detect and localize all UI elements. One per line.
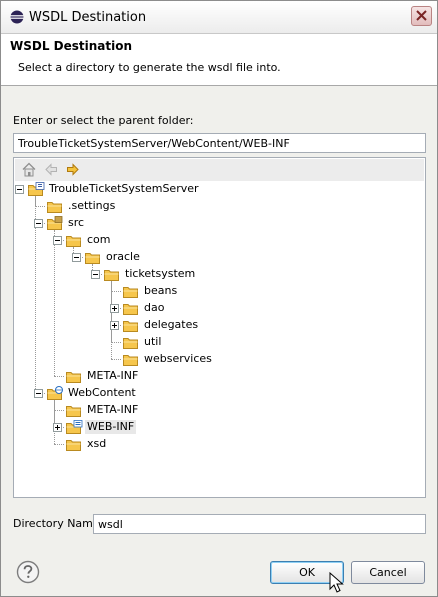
folder-icon (65, 403, 83, 418)
expand-toggle[interactable] (110, 321, 119, 330)
folder-icon (122, 335, 140, 350)
tree-item-label: beans (144, 284, 178, 297)
collapse-toggle[interactable] (34, 219, 43, 228)
tree-item-label: ticketsystem (125, 267, 196, 280)
window-title: WSDL Destination (29, 10, 147, 25)
folder-icon (122, 352, 140, 367)
cancel-button[interactable]: Cancel (351, 561, 425, 584)
folder-tree[interactable]: TroubleTicketSystemServer .settings src com… (13, 157, 426, 498)
tree-item-label: META-INF (87, 403, 139, 416)
tree-row[interactable]: META-INF (14, 402, 423, 419)
tree-row[interactable]: com (14, 232, 423, 249)
mouse-pointer-icon (329, 572, 344, 593)
tree-item-label: xsd (87, 437, 107, 450)
directory-name-label: Directory Name (13, 517, 100, 530)
tree-row[interactable]: webservices (14, 351, 423, 368)
tree-item-label: WebContent (68, 386, 136, 399)
collapse-toggle[interactable] (91, 270, 100, 279)
folder-icon (122, 301, 140, 316)
tree-item-label: util (144, 335, 162, 348)
folder-icon (46, 199, 64, 214)
collapse-toggle[interactable] (34, 389, 43, 398)
folder-icon (65, 437, 83, 452)
tree-row[interactable]: beans (14, 283, 423, 300)
tree-item-label: webservices (144, 352, 212, 365)
banner-title: WSDL Destination (10, 39, 133, 53)
tree-row[interactable]: src (14, 215, 423, 232)
tree-row[interactable]: WebContent (14, 385, 423, 402)
wsdl-destination-dialog: WSDL Destination WSDL Destination Select… (0, 0, 438, 597)
back-icon[interactable] (44, 162, 58, 177)
collapse-toggle[interactable] (15, 185, 24, 194)
tree-row[interactable]: oracle (14, 249, 423, 266)
tree-toolbar (15, 159, 424, 181)
collapse-toggle[interactable] (53, 236, 62, 245)
eclipse-icon (10, 10, 24, 24)
tree-item-label: dao (144, 301, 165, 314)
close-icon (416, 10, 427, 21)
home-icon[interactable] (22, 162, 36, 177)
tree-item-label: delegates (144, 318, 199, 331)
tree-row[interactable]: WEB-INF (14, 419, 423, 436)
parent-folder-label: Enter or select the parent folder: (13, 114, 194, 127)
web-content-icon (46, 386, 64, 401)
help-icon[interactable] (16, 560, 40, 584)
forward-icon[interactable] (66, 162, 80, 177)
close-button[interactable] (411, 6, 432, 26)
tree-row[interactable]: xsd (14, 436, 423, 453)
title-bar[interactable]: WSDL Destination (1, 1, 437, 34)
parent-folder-input[interactable] (13, 133, 426, 153)
tree-row[interactable]: dao (14, 300, 423, 317)
collapse-toggle[interactable] (72, 253, 81, 262)
web-inf-icon (65, 420, 83, 435)
tree-item-label: oracle (106, 250, 140, 263)
directory-name-input[interactable] (93, 514, 426, 534)
folder-icon (122, 318, 140, 333)
tree-item-label: src (68, 216, 85, 229)
tree-item-label: META-INF (87, 369, 139, 382)
tree-item-label: WEB-INF (85, 420, 137, 434)
banner-description: Select a directory to generate the wsdl … (18, 61, 281, 74)
tree-row[interactable]: delegates (14, 317, 423, 334)
project-icon (27, 182, 45, 197)
tree-item-label: com (87, 233, 111, 246)
tree-item-label: .settings (68, 199, 116, 212)
tree-item-label: TroubleTicketSystemServer (49, 182, 199, 195)
tree-row[interactable]: META-INF (14, 368, 423, 385)
source-folder-icon (46, 216, 64, 231)
expand-toggle[interactable] (53, 423, 62, 432)
tree-row[interactable]: TroubleTicketSystemServer (14, 181, 423, 198)
tree-row[interactable]: ticketsystem (14, 266, 423, 283)
tree-row[interactable]: util (14, 334, 423, 351)
tree-row[interactable]: .settings (14, 198, 423, 215)
folder-icon (122, 284, 140, 299)
folder-icon (84, 250, 102, 265)
banner: WSDL Destination Select a directory to g… (1, 34, 437, 86)
folder-icon (65, 233, 83, 248)
folder-icon (65, 369, 83, 384)
expand-toggle[interactable] (110, 304, 119, 313)
folder-icon (103, 267, 121, 282)
